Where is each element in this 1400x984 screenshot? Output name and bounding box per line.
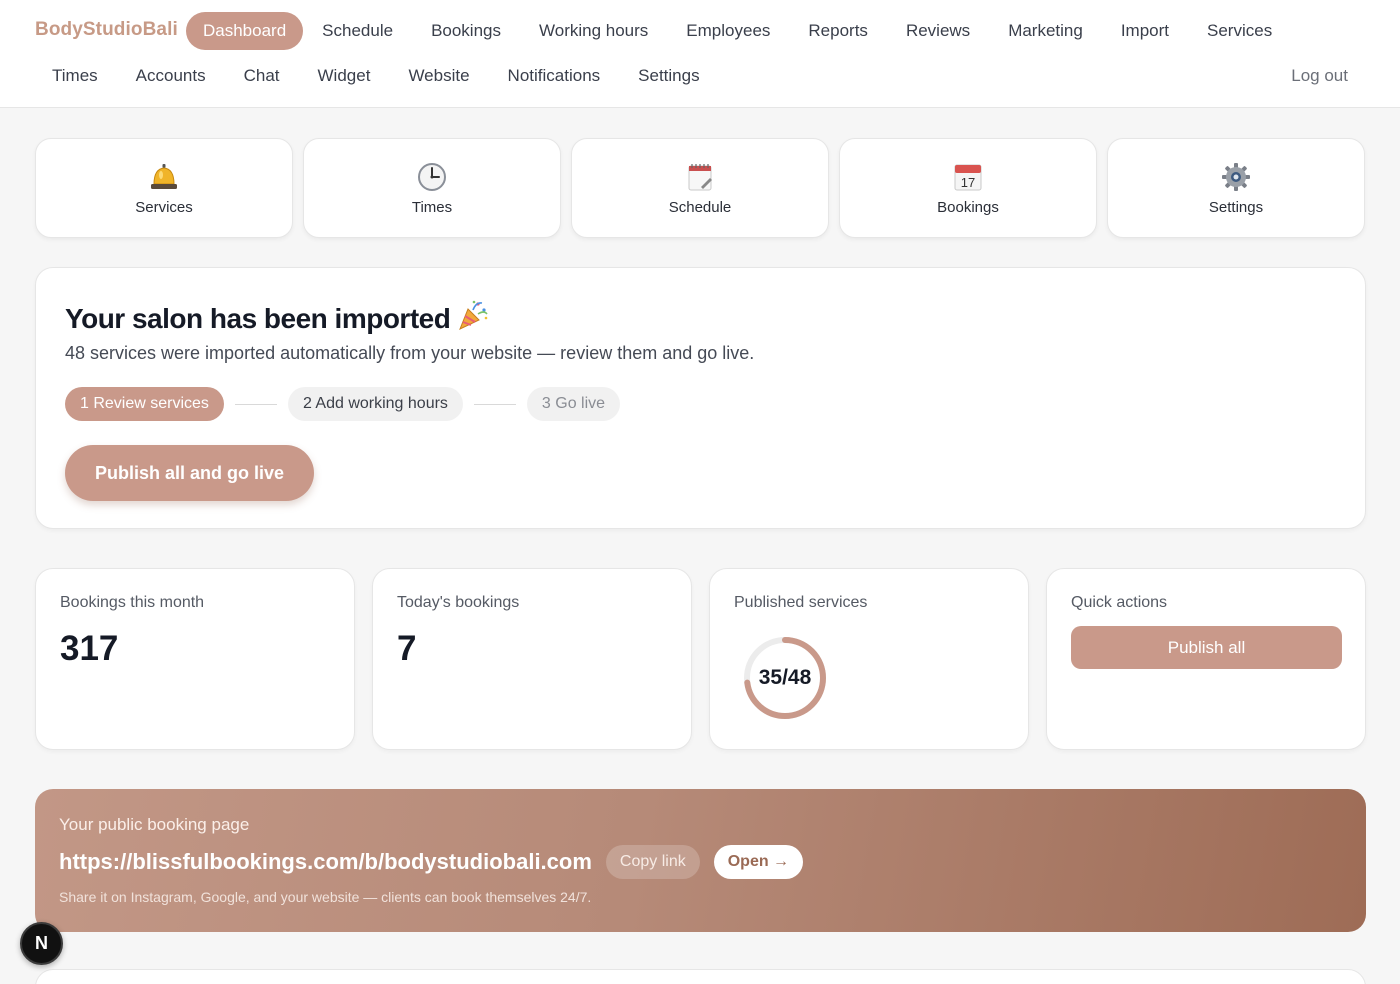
- step-go-live[interactable]: 3 Go live: [526, 387, 621, 421]
- tile-label: Services: [135, 198, 193, 216]
- next-card-partial: [35, 969, 1366, 984]
- step-add-working-hours[interactable]: 2 Add working hours: [287, 387, 463, 421]
- top-navigation: BodyStudioBali Dashboard Schedule Bookin…: [0, 0, 1400, 108]
- stat-value: 317: [60, 629, 119, 668]
- nav-item-chat[interactable]: Chat: [225, 57, 299, 95]
- step-connector: [473, 403, 516, 405]
- calendar-icon: 17: [952, 161, 984, 193]
- nav-item-schedule[interactable]: Schedule: [303, 12, 412, 50]
- publish-all-button[interactable]: Publish all: [1071, 626, 1342, 669]
- brand-logo[interactable]: BodyStudioBali: [35, 19, 178, 41]
- stat-quick-actions: Quick actions Publish all: [1046, 568, 1366, 750]
- tile-settings[interactable]: Settings: [1107, 138, 1365, 238]
- tile-label: Schedule: [668, 198, 732, 216]
- nav-item-website[interactable]: Website: [389, 57, 488, 95]
- stat-value: 7: [397, 629, 417, 668]
- public-booking-banner: Your public booking page https://blissfu…: [35, 789, 1366, 932]
- import-steps: 1 Review services 2 Add working hours 3 …: [65, 387, 621, 421]
- nav-item-import[interactable]: Import: [1102, 12, 1188, 50]
- stat-bookings-month: Bookings this month 317: [35, 568, 355, 750]
- publish-all-go-live-button[interactable]: Publish all and go live: [65, 445, 314, 501]
- nav-item-employees[interactable]: Employees: [667, 12, 789, 50]
- quick-tiles: Services Times Schedule 17 Bookings Sett…: [35, 138, 1366, 238]
- bell-icon: [148, 161, 180, 193]
- tile-times[interactable]: Times: [303, 138, 561, 238]
- stat-published-services: Published services 35/48: [709, 568, 1029, 750]
- tile-label: Settings: [1208, 198, 1264, 216]
- step-review-services[interactable]: 1 Review services: [65, 387, 224, 421]
- nav-item-settings[interactable]: Settings: [619, 57, 718, 95]
- logout-link[interactable]: Log out: [1291, 57, 1348, 95]
- nav-item-reviews[interactable]: Reviews: [887, 12, 989, 50]
- stats-row: Bookings this month 317 Today's bookings…: [35, 568, 1366, 750]
- copy-link-button[interactable]: Copy link: [605, 845, 700, 879]
- notepad-icon: [684, 161, 716, 193]
- import-card: Your salon has been imported 48 services…: [35, 267, 1366, 529]
- nav-item-bookings[interactable]: Bookings: [412, 12, 520, 50]
- tile-services[interactable]: Services: [35, 138, 293, 238]
- party-popper-icon: [456, 298, 490, 339]
- stat-label: Published services: [734, 594, 868, 611]
- stat-label: Bookings this month: [60, 594, 205, 611]
- nextjs-dev-badge[interactable]: N: [20, 922, 63, 965]
- tile-label: Bookings: [937, 198, 999, 216]
- stat-label: Today's bookings: [397, 594, 520, 611]
- nav-item-working-hours[interactable]: Working hours: [520, 12, 667, 50]
- progress-ring-value: 35/48: [758, 666, 812, 689]
- nav-item-services[interactable]: Services: [1188, 12, 1291, 50]
- tile-schedule[interactable]: Schedule: [571, 138, 829, 238]
- nav-item-marketing[interactable]: Marketing: [989, 12, 1102, 50]
- banner-link-row: https://blissfulbookings.com/b/bodystudi…: [59, 845, 804, 879]
- import-subtitle: 48 services were imported automatically …: [65, 343, 755, 363]
- gear-icon: [1220, 161, 1252, 193]
- tile-label: Times: [411, 198, 453, 216]
- nav-item-dashboard[interactable]: Dashboard: [186, 12, 304, 50]
- banner-note: Share it on Instagram, Google, and your …: [59, 889, 592, 905]
- tile-bookings[interactable]: 17 Bookings: [839, 138, 1097, 238]
- nav-item-reports[interactable]: Reports: [789, 12, 887, 50]
- nav-item-times[interactable]: Times: [33, 57, 117, 95]
- clock-icon: [416, 161, 448, 193]
- nav-item-widget[interactable]: Widget: [299, 57, 390, 95]
- open-link-button[interactable]: Open →: [713, 845, 804, 879]
- stat-bookings-today: Today's bookings 7: [372, 568, 692, 750]
- stat-label: Quick actions: [1071, 594, 1168, 611]
- nav-row-primary: Dashboard Schedule Bookings Working hour…: [186, 12, 1291, 50]
- import-title: Your salon has been imported: [65, 298, 490, 339]
- booking-page-url[interactable]: https://blissfulbookings.com/b/bodystudi…: [59, 849, 592, 875]
- nav-row-secondary: Times Accounts Chat Widget Website Notif…: [33, 57, 719, 95]
- calendar-day: 17: [961, 175, 975, 190]
- import-title-text: Your salon has been imported: [65, 302, 451, 334]
- step-connector: [234, 403, 277, 405]
- nav-item-accounts[interactable]: Accounts: [117, 57, 225, 95]
- banner-label: Your public booking page: [59, 815, 250, 834]
- nav-item-notifications[interactable]: Notifications: [489, 57, 620, 95]
